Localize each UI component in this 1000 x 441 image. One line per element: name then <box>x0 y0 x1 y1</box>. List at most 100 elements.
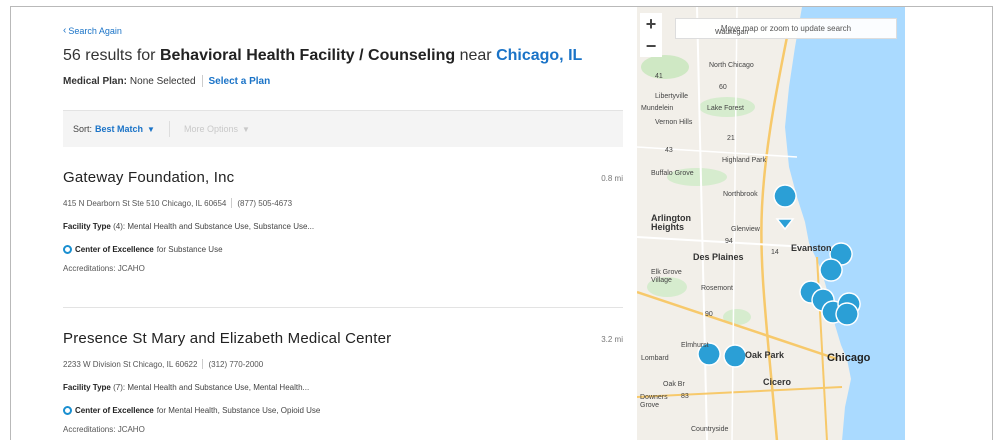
route-shield-83: 83 <box>681 393 689 400</box>
sort-dropdown[interactable]: Best Match ▼ <box>95 124 155 134</box>
sort-label: Sort: <box>73 124 93 134</box>
medical-plan-value: None Selected <box>129 75 196 87</box>
result-name-link[interactable]: Gateway Foundation, Inc <box>63 169 234 186</box>
sort-bar: Sort: Best Match ▼ More Options ▼ <box>63 110 623 147</box>
result-center-of-excellence: Center of Excellence for Mental Health, … <box>63 406 623 415</box>
zoom-out-button[interactable]: − <box>640 35 662 57</box>
facility-type-count: (4): <box>113 222 126 231</box>
caret-down-icon: ▼ <box>147 124 155 134</box>
map-label-rosemont: Rosemont <box>701 285 733 292</box>
route-shield-41: 41 <box>655 73 663 80</box>
map-label-libertyville: Libertyville <box>655 93 689 100</box>
map-label-oak-park: Oak Park <box>745 350 785 360</box>
map-label-vernon-hills: Vernon Hills <box>655 119 693 126</box>
highway <box>731 7 738 440</box>
map-label-lombard: Lombard <box>641 355 669 362</box>
results-panel: ‹ Search Again 56 results for Behavioral… <box>11 7 637 440</box>
map-pin <box>723 344 747 368</box>
result-distance: 0.8 mi <box>601 174 623 183</box>
map-label-north-chicago: North Chicago <box>709 62 754 69</box>
coe-value: for Substance Use <box>156 245 223 254</box>
center-of-excellence-icon <box>63 245 72 254</box>
route-shield-90: 90 <box>705 311 713 318</box>
sort-value: Best Match <box>95 124 144 134</box>
result-distance: 3.2 mi <box>601 335 623 344</box>
results-headline: 56 results for Behavioral Health Facilit… <box>63 47 582 65</box>
map-label-des-plaines: Des Plaines <box>693 252 744 262</box>
map-label-lake-forest: Lake Forest <box>707 105 744 112</box>
route-shield-14: 14 <box>771 249 779 256</box>
route-shield-21: 21 <box>727 135 735 142</box>
park-area <box>641 55 689 79</box>
map-label-waukegan: Waukegan <box>715 29 749 36</box>
center-of-excellence-icon <box>63 406 72 415</box>
result-address: 2233 W Division St Chicago, IL 60622 <box>63 359 198 369</box>
map-label-glenview: Glenview <box>731 226 760 233</box>
map-label-chicago: Chicago <box>827 352 871 364</box>
facility-type-count: (7): <box>113 383 126 392</box>
result-card: Presence St Mary and Elizabeth Medical C… <box>63 330 623 434</box>
right-gutter <box>905 7 992 440</box>
result-name-link[interactable]: Presence St Mary and Elizabeth Medical C… <box>63 330 391 347</box>
map-pin <box>819 258 843 282</box>
map-label-oak-brook: Oak Br <box>663 381 685 388</box>
result-phone[interactable]: (312) 770-2000 <box>208 360 263 369</box>
route-shield-43: 43 <box>665 147 673 154</box>
map-pin <box>773 184 797 231</box>
chevron-left-icon: ‹ <box>63 25 67 36</box>
map-label-countryside: Countryside <box>691 426 729 433</box>
highway <box>637 236 808 248</box>
result-card: Gateway Foundation, Inc 0.8 mi 415 N Dea… <box>63 169 623 273</box>
map-label-mundelein: Mundelein <box>641 105 674 112</box>
result-accreditations: Accreditations: JCAHO <box>63 425 145 434</box>
caret-down-icon: ▼ <box>241 124 250 134</box>
facility-type-label: Facility Type <box>63 383 111 392</box>
result-facility-type: Facility Type (4): Mental Health and Sub… <box>63 222 623 231</box>
results-map[interactable]: + − Move map or zoom to update search Wa… <box>637 7 905 440</box>
facility-type-label: Facility Type <box>63 222 111 231</box>
zoom-in-button[interactable]: + <box>640 13 662 35</box>
coe-label: Center of Excellence <box>75 245 154 254</box>
app-frame: ‹ Search Again 56 results for Behavioral… <box>10 6 993 440</box>
highway <box>637 146 798 158</box>
more-options-dropdown[interactable]: More Options ▼ <box>184 124 250 134</box>
result-accreditations: Accreditations: JCAHO <box>63 264 145 273</box>
result-phone[interactable]: (877) 505-4673 <box>237 199 292 208</box>
search-again-link[interactable]: ‹ Search Again <box>63 25 122 36</box>
select-plan-link[interactable]: Select a Plan <box>209 76 271 87</box>
coe-label: Center of Excellence <box>75 406 154 415</box>
zoom-controls: + − <box>640 13 662 57</box>
map-label-arlington-heights: Arlington Heights <box>651 213 691 232</box>
result-address-row: 2233 W Division St Chicago, IL 60622 (31… <box>63 359 623 369</box>
facility-type-value: Mental Health and Substance Use, Substan… <box>127 222 315 231</box>
search-location-link[interactable]: Chicago, IL <box>496 47 582 64</box>
search-again-label: Search Again <box>68 25 122 36</box>
map-label-northbrook: Northbrook <box>723 191 758 198</box>
map-search-note: Move map or zoom to update search <box>675 18 897 39</box>
map-pin <box>835 302 859 326</box>
map-label-elmhurst: Elmhurst <box>681 342 709 349</box>
results-divider <box>63 307 623 308</box>
route-shield-60: 60 <box>719 84 727 91</box>
result-address: 415 N Dearborn St Ste 510 Chicago, IL 60… <box>63 198 227 208</box>
result-address-row: 415 N Dearborn St Ste 510 Chicago, IL 60… <box>63 198 623 208</box>
highway <box>696 7 708 440</box>
map-label-elk-grove-village: Elk Grove Village <box>651 269 682 284</box>
map-label-downers-grove: Downers Grove <box>640 394 668 409</box>
route-shield-94: 94 <box>725 238 733 245</box>
lake-michigan <box>785 7 905 440</box>
coe-value: for Mental Health, Substance Use, Opioid… <box>156 406 321 415</box>
result-facility-type: Facility Type (7): Mental Health and Sub… <box>63 383 623 392</box>
near-text: near <box>459 47 492 64</box>
medical-plan-row: Medical Plan: None Selected Select a Pla… <box>63 75 270 87</box>
divider <box>202 359 204 369</box>
result-center-of-excellence: Center of Excellence for Substance Use <box>63 245 623 254</box>
map-label-highland-park: Highland Park <box>722 157 766 164</box>
results-count: 56 results for <box>63 47 156 64</box>
medical-plan-label: Medical Plan: <box>63 75 127 87</box>
map-label-buffalo-grove: Buffalo Grove <box>651 170 694 177</box>
search-query: Behavioral Health Facility / Counseling <box>159 47 456 64</box>
divider <box>231 198 233 208</box>
divider <box>201 75 203 87</box>
more-options-label: More Options <box>183 124 238 134</box>
